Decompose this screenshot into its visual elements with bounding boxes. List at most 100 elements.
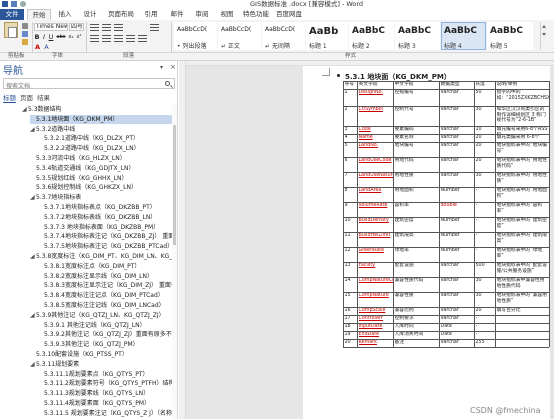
align-right-icon[interactable] xyxy=(114,35,123,42)
nav-heading-item[interactable]: ◢5.3.11规划要素 xyxy=(30,360,172,369)
nav-heading-item[interactable]: ◢5.3.7地块指标表 xyxy=(30,193,172,202)
style-normal[interactable]: AaBbCcD( ↵ 正文 xyxy=(218,22,261,50)
nav-heading-item[interactable]: 5.3.8.1宽度标注点（KG_DIM_PT） xyxy=(38,262,172,271)
nav-heading-item[interactable]: 5.3.7.1地块指标表点（KG_DKZBB_PT） xyxy=(38,203,172,212)
nav-heading-item[interactable]: 5.3.11.5 规划要素注记（KG_QTYS_Z J）（名称、... xyxy=(38,409,177,418)
undo-icon[interactable] xyxy=(20,1,26,7)
nav-heading-item[interactable]: 5.3.10配套设施（KG_PTSS_PT） xyxy=(30,350,172,359)
copy-icon[interactable] xyxy=(22,31,28,37)
table-cell: double xyxy=(440,203,457,208)
justify-icon[interactable] xyxy=(126,35,135,42)
tab-page-layout[interactable]: 页面布局 xyxy=(105,9,137,20)
nav-heading-item[interactable]: 5.3.7.5地块指标表注记（KG_DKZBB_PTCad） xyxy=(38,242,173,251)
nav-heading-item[interactable]: ◢5.3.8宽度标注（KG_DIM_PT、KG_DIM_LN、KG_DI... xyxy=(30,252,177,261)
table-cell: - xyxy=(475,218,478,223)
style-no-spacing[interactable]: AaBbCcD( ↵ 无间隔 xyxy=(262,22,305,50)
table-cell: 30 xyxy=(475,278,482,283)
nav-tab-results[interactable]: 结果 xyxy=(37,92,50,102)
nav-heading-label: 5.3.8.4宽度标注注记点（KG_DIM_PTCad） xyxy=(44,292,164,300)
multilevel-list-icon[interactable] xyxy=(114,24,123,31)
nav-heading-item[interactable]: 5.3.8.4宽度标注注记点（KG_DIM_PTCad） xyxy=(38,291,172,300)
search-icon[interactable] xyxy=(165,81,170,86)
chevron-down-icon[interactable]: ▾ xyxy=(160,64,163,71)
style-heading-4[interactable]: AaBbC 标题 4 xyxy=(441,22,486,50)
show-marks-icon[interactable] xyxy=(150,24,159,31)
tab-review[interactable]: 审阅 xyxy=(191,9,213,20)
nav-heading-item[interactable]: 5.3.11.1规划要素点（KG_QTYS_PT） xyxy=(38,370,172,379)
nav-search-input[interactable]: 搜索文档 xyxy=(3,78,175,90)
tab-baidu-netdisk[interactable]: 百度网盘 xyxy=(274,9,304,20)
nav-heading-item[interactable]: 5.3.1地块面（KG_DKM_PM） xyxy=(30,114,172,124)
chevron-down-icon[interactable] xyxy=(541,33,546,36)
style-heading-5[interactable]: AaBbC 标题 5 xyxy=(487,22,533,50)
chevron-up-icon[interactable] xyxy=(541,25,546,28)
table-cell: 10 xyxy=(344,218,351,223)
nav-heading-item[interactable]: 5.3.11.3规划要素线（KG_QTYS_LN） xyxy=(38,389,172,398)
bullets-icon[interactable] xyxy=(90,24,99,31)
nav-heading-item[interactable]: 5.3.5规划红线（KG_GHHX_LN） xyxy=(30,174,172,183)
style-heading-2[interactable]: AaBbC 标题 2 xyxy=(349,22,394,50)
close-icon[interactable]: × xyxy=(170,63,176,71)
styles-gallery-scroll[interactable] xyxy=(540,22,546,50)
italic-button[interactable]: I xyxy=(41,33,47,41)
table-cell: 9 xyxy=(344,203,348,208)
font-color-button[interactable]: A xyxy=(34,43,41,51)
text-effects-button[interactable]: A xyxy=(43,43,50,51)
nav-title: 导航 xyxy=(3,66,23,77)
nav-heading-item[interactable]: 5.3.8.3宽度标注显示注记（KG_DIM_ZJ） 重面有... xyxy=(38,281,177,290)
nav-heading-item[interactable]: 5.3.3河流中线（KG_HLZX_LN） xyxy=(30,154,172,163)
bold-button[interactable]: B xyxy=(34,33,40,41)
tab-file[interactable]: 文件 xyxy=(0,9,24,20)
nav-heading-item[interactable]: 5.3.2.2道路中线（KG_DLZX_LN） xyxy=(38,144,172,153)
style-heading-3[interactable]: AaBbC 标题 3 xyxy=(395,22,440,50)
nav-heading-item[interactable]: 5.3.8.2宽度标注显示线（KG_DIM_LN） xyxy=(38,272,172,281)
tab-view[interactable]: 视图 xyxy=(216,9,238,20)
font-size-combo[interactable]: 四号 xyxy=(69,23,84,31)
nav-heading-item[interactable]: 5.3.7.4地块指标表注记（KG_DKZBB_ZJ） 重面有... xyxy=(38,232,177,241)
nav-scrollbar[interactable] xyxy=(172,105,177,419)
underline-button[interactable]: U xyxy=(48,33,54,41)
subscript-button[interactable]: x₂ xyxy=(67,33,75,41)
nav-heading-item[interactable]: 5.3.9.2其他注记（KG_QTZJ_ZJ）重面有原多不段... xyxy=(38,330,177,339)
line-spacing-icon[interactable] xyxy=(138,35,147,42)
cut-icon[interactable] xyxy=(22,23,28,29)
nav-heading-item[interactable]: ◢5.3.9其他注记（KG_QTZJ_LN、KG_QTZJ_ZJ） xyxy=(30,311,172,320)
table-cell: 20 xyxy=(475,158,482,163)
paste-icon[interactable] xyxy=(4,22,18,38)
nav-heading-item[interactable]: 5.3.6规划控制线（KG_GHKZX_LN） xyxy=(30,183,172,192)
font-name-combo[interactable]: Times New R xyxy=(34,23,68,31)
tab-references[interactable]: 引用 xyxy=(140,9,162,20)
nav-heading-item[interactable]: 5.3.7.3 地块指标表面（KG_DKZBB_PM） xyxy=(38,223,172,232)
strikethrough-button[interactable]: abc xyxy=(56,33,66,41)
nav-heading-item[interactable]: ◢5.3数据结构 xyxy=(22,105,172,114)
tab-features[interactable]: 特色功能 xyxy=(241,9,271,20)
table-cell: Varchar xyxy=(440,278,459,283)
tab-home[interactable]: 开始 xyxy=(27,9,51,20)
style-list-paragraph[interactable]: AaBbCcD( • 列出段落 xyxy=(174,22,217,50)
nav-tab-headings[interactable]: 标题 xyxy=(3,92,16,103)
numbering-icon[interactable] xyxy=(102,24,111,31)
nav-heading-item[interactable]: ◢5.3.2道路中线 xyxy=(30,125,172,134)
nav-heading-item[interactable]: 5.3.11.2规划要素符号（KG_QTYS_PTFH）结构重... xyxy=(38,379,177,388)
format-painter-icon[interactable] xyxy=(22,39,28,45)
tab-design[interactable]: 设计 xyxy=(79,9,101,20)
table-cell: Number xyxy=(440,218,460,223)
tab-mailings[interactable]: 邮件 xyxy=(166,9,188,20)
tab-insert[interactable]: 插入 xyxy=(54,9,76,20)
align-center-icon[interactable] xyxy=(102,35,111,42)
nav-heading-item[interactable]: 5.3.7.2地块指标表线（KG_DKZBB_LN） xyxy=(38,213,172,222)
nav-heading-item[interactable]: 5.3.9.3其他注记（KG_QTZJ_PM） xyxy=(38,340,172,349)
table-cell: 20 xyxy=(475,135,482,140)
group-label-font: 字体 xyxy=(52,53,64,59)
superscript-button[interactable]: x² xyxy=(75,33,83,41)
save-icon[interactable] xyxy=(11,1,17,7)
table-cell: 地块指标表中的“兼容用地性质” xyxy=(496,293,547,304)
nav-heading-item[interactable]: 5.3.11.4规划要素面（KG_QTYS_PM） xyxy=(38,399,172,408)
nav-heading-item[interactable]: 5.3.2.1道路中线（KG_DLZX_PT） xyxy=(38,134,172,143)
nav-heading-item[interactable]: 5.3.9.1 其他注记线（KG_QTZJ_LN） xyxy=(38,321,172,330)
nav-heading-item[interactable]: 5.3.8.5宽度标注注记线（KG_DIM_LNCad） xyxy=(38,301,172,310)
nav-tab-pages[interactable]: 页面 xyxy=(20,92,33,102)
style-heading-1[interactable]: AaBb 标题 1 xyxy=(306,22,348,50)
nav-heading-item[interactable]: 5.3.4轨道交通线（KG_GDJTX_LN） xyxy=(30,164,172,173)
align-left-icon[interactable] xyxy=(90,35,99,42)
